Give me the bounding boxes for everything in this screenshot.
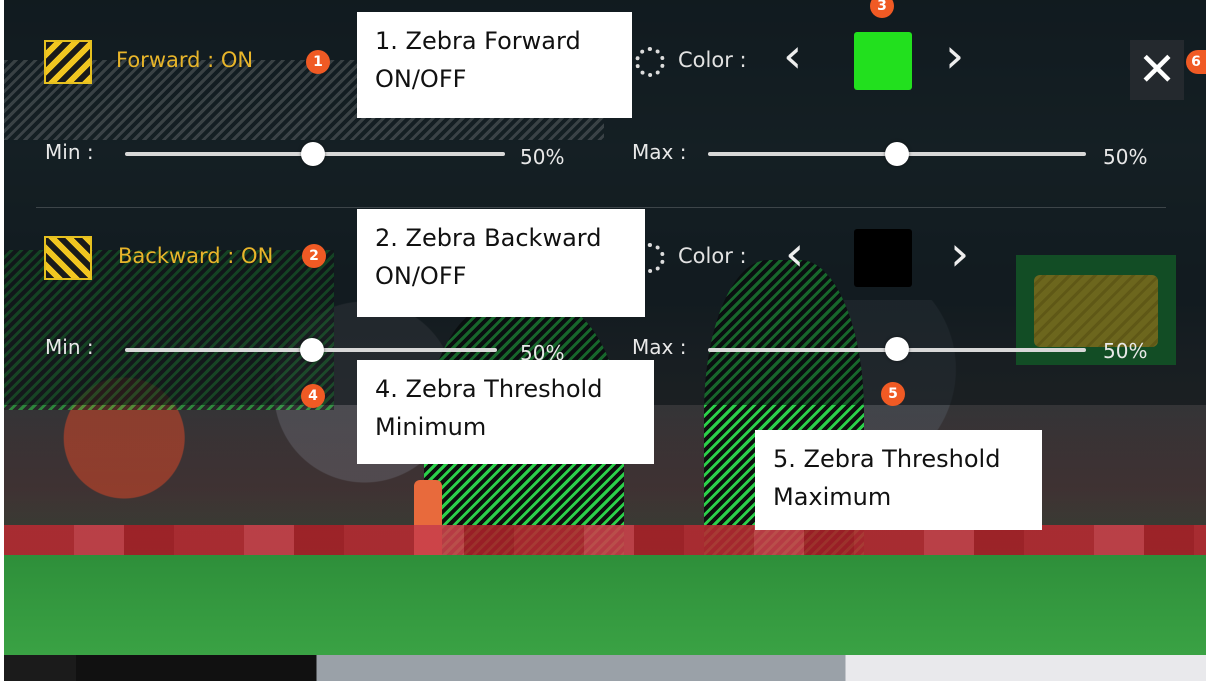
close-button[interactable]: ✕ <box>1130 40 1184 100</box>
badge-1: 1 <box>306 50 330 74</box>
zebra-backward-icon[interactable] <box>44 236 92 280</box>
forward-max-slider-thumb[interactable] <box>885 142 909 166</box>
backward-max-slider-thumb[interactable] <box>885 337 909 361</box>
callout-line: 5. Zebra Threshold <box>773 445 1001 473</box>
forward-color-prev-chevron[interactable]: ‹ <box>783 32 802 80</box>
forward-min-value: 50% <box>520 145 565 169</box>
callout-forward: 1. Zebra Forward ON/OFF <box>357 12 632 118</box>
badge-4: 4 <box>301 384 325 408</box>
forward-color-swatch[interactable] <box>854 32 912 90</box>
callout-line: 2. Zebra Backward <box>375 224 602 252</box>
backward-max-label: Max : <box>632 335 687 359</box>
badge-2: 2 <box>302 244 326 268</box>
badge-5: 5 <box>881 382 905 406</box>
backward-min-label: Min : <box>45 335 94 359</box>
callout-line: 4. Zebra Threshold <box>375 375 603 403</box>
bottom-strip <box>4 655 1206 681</box>
backward-min-slider-thumb[interactable] <box>300 338 324 362</box>
forward-toggle[interactable]: Forward : ON <box>116 48 253 72</box>
callout-threshold-max: 5. Zebra Threshold Maximum <box>755 430 1042 530</box>
callout-line: ON/OFF <box>375 262 467 290</box>
callout-line: Minimum <box>375 413 487 441</box>
callout-threshold-min: 4. Zebra Threshold Minimum <box>357 360 654 464</box>
backward-max-value: 50% <box>1103 339 1148 363</box>
callout-backward: 2. Zebra Backward ON/OFF <box>357 209 645 317</box>
forward-max-value: 50% <box>1103 145 1148 169</box>
forward-min-label: Min : <box>45 140 94 164</box>
backward-color-next-chevron[interactable]: › <box>950 230 969 278</box>
pitch <box>4 555 1206 655</box>
callout-line: ON/OFF <box>375 65 467 93</box>
callout-line: 1. Zebra Forward <box>375 27 581 55</box>
forward-max-label: Max : <box>632 140 687 164</box>
row-divider <box>36 207 1166 208</box>
color-wheel-icon <box>635 47 665 77</box>
backward-toggle[interactable]: Backward : ON <box>118 244 273 268</box>
forward-min-slider-thumb[interactable] <box>301 142 325 166</box>
callout-line: Maximum <box>773 483 892 511</box>
backward-color-label: Color : <box>678 244 747 268</box>
zebra-forward-icon[interactable] <box>44 40 92 84</box>
forward-color-label: Color : <box>678 48 747 72</box>
forward-color-next-chevron[interactable]: › <box>945 32 964 80</box>
backward-color-swatch[interactable] <box>854 229 912 287</box>
badge-6: 6 <box>1186 50 1206 74</box>
backward-color-prev-chevron[interactable]: ‹ <box>785 230 804 278</box>
